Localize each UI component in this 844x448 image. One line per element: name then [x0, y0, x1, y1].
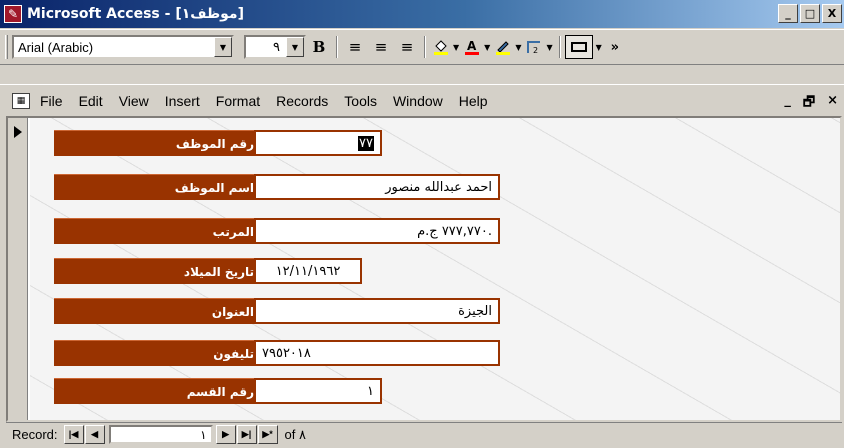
menu-insert[interactable]: Insert [165, 93, 211, 109]
toolbar-separator [558, 36, 561, 58]
special-effect-button[interactable] [564, 35, 593, 59]
align-center-button[interactable]: ≡ [370, 35, 392, 59]
formatting-toolbar: Arial (Arabic) ▼ ٩ ▼ B ≡ ≡ ≡ ▼ A ▼ ▼ 2 ▼… [0, 29, 844, 65]
last-record-button[interactable]: ▶| [236, 425, 257, 444]
menu-format[interactable]: Format [216, 93, 271, 109]
first-record-button[interactable]: |◀ [63, 425, 84, 444]
field-label: رقم القسم [54, 378, 254, 404]
record-label: Record: [12, 427, 58, 442]
chevron-down-icon[interactable]: ▼ [286, 37, 304, 57]
font-name-value: Arial (Arabic) [18, 39, 94, 55]
pencil-icon [496, 41, 511, 55]
menu-tools[interactable]: Tools [344, 93, 388, 109]
font-color-button[interactable]: A ▼ [463, 35, 490, 59]
line-width-button[interactable]: 2 ▼ [525, 35, 553, 59]
svg-text:2: 2 [533, 46, 538, 55]
doc-restore-button[interactable]: 🗗 [803, 93, 815, 115]
bold-button[interactable]: B [308, 35, 330, 59]
next-record-button[interactable]: ▶ [215, 425, 236, 444]
window-controls: _ □ X [776, 4, 842, 23]
field-label: رقم الموظف [54, 130, 254, 156]
font-color-icon: A [465, 39, 480, 55]
menu-view[interactable]: View [119, 93, 160, 109]
previous-record-button[interactable]: ◀ [84, 425, 105, 444]
department-id-input[interactable]: ١ [254, 378, 382, 404]
align-left-button[interactable]: ≡ [344, 35, 366, 59]
line-color-button[interactable]: ▼ [494, 35, 521, 59]
maximize-button[interactable]: □ [800, 4, 820, 23]
fill-color-button[interactable]: ▼ [432, 35, 459, 59]
access-app-icon[interactable]: ✎ [4, 5, 22, 23]
record-navigator: Record: |◀ ◀ ١ ▶ ▶| ▶* of ٨ [6, 422, 842, 446]
field-employee-name: اسم الموظف احمد عبدالله منصور [54, 174, 500, 200]
chevron-down-icon[interactable]: ▼ [214, 37, 232, 57]
toolbar-separator [424, 36, 426, 58]
title-bar: ✎ Microsoft Access - [موظف١] _ □ X [0, 0, 844, 28]
doc-minimize-button[interactable]: _ [784, 93, 791, 115]
close-button[interactable]: X [822, 4, 842, 23]
employee-name-input[interactable]: احمد عبدالله منصور [254, 174, 500, 200]
toolbar-grip[interactable] [5, 35, 8, 59]
menu-window[interactable]: Window [393, 93, 454, 109]
field-label: تاريخ الميلاد [54, 258, 254, 284]
document-window-controls: _ 🗗 × [784, 93, 838, 115]
new-record-button[interactable]: ▶* [257, 425, 278, 444]
paint-bucket-icon [434, 40, 448, 55]
svg-text:A: A [467, 39, 477, 53]
form-canvas: رقم الموظف ٧٧ اسم الموظف احمد عبدالله من… [30, 118, 840, 420]
field-salary: المرتب ٧٧٧,٧٧٠ ج.م. [54, 218, 500, 244]
window-title: Microsoft Access - [موظف١] [27, 6, 244, 22]
menu-file[interactable]: File [40, 93, 74, 109]
font-size-value: ٩ [273, 39, 280, 54]
menu-bar: ▦ File Edit View Insert Format Records T… [0, 84, 844, 116]
field-label: تليفون [54, 340, 254, 366]
form-icon[interactable]: ▦ [12, 92, 30, 109]
font-size-combo[interactable]: ٩ ▼ [244, 35, 306, 59]
employee-id-input[interactable]: ٧٧ [254, 130, 382, 156]
salary-input[interactable]: ٧٧٧,٧٧٠ ج.م. [254, 218, 500, 244]
field-birth-date: تاريخ الميلاد ١٢/١١/١٩٦٢ [54, 258, 362, 284]
record-selector[interactable] [8, 118, 28, 420]
font-name-combo[interactable]: Arial (Arabic) ▼ [12, 35, 234, 59]
field-employee-id: رقم الموظف ٧٧ [54, 130, 382, 156]
doc-close-button[interactable]: × [827, 93, 838, 115]
field-label: المرتب [54, 218, 254, 244]
menu-help[interactable]: Help [459, 93, 499, 109]
border-icon [570, 42, 587, 52]
line-width-icon: 2 [527, 41, 541, 55]
current-record-icon [14, 126, 22, 138]
record-number-input[interactable]: ١ [108, 425, 213, 444]
phone-input[interactable]: ٧٩٥٢٠١٨ [254, 340, 500, 366]
field-address: العنوان الجيزة [54, 298, 500, 324]
align-right-button[interactable]: ≡ [396, 35, 418, 59]
chevron-down-icon[interactable]: ▼ [596, 43, 602, 52]
toolbar-separator [336, 36, 338, 58]
field-label: اسم الموظف [54, 174, 254, 200]
toolbar-more-button[interactable]: » [604, 35, 626, 59]
field-label: العنوان [54, 298, 254, 324]
address-input[interactable]: الجيزة [254, 298, 500, 324]
birth-date-input[interactable]: ١٢/١١/١٩٦٢ [254, 258, 362, 284]
record-count: of ٨ [284, 426, 306, 442]
field-phone: تليفون ٧٩٥٢٠١٨ [54, 340, 500, 366]
menu-records[interactable]: Records [276, 93, 339, 109]
menu-edit[interactable]: Edit [79, 93, 114, 109]
field-department-id: رقم القسم ١ [54, 378, 382, 404]
form-window: رقم الموظف ٧٧ اسم الموظف احمد عبدالله من… [6, 116, 842, 422]
minimize-button[interactable]: _ [778, 4, 798, 23]
